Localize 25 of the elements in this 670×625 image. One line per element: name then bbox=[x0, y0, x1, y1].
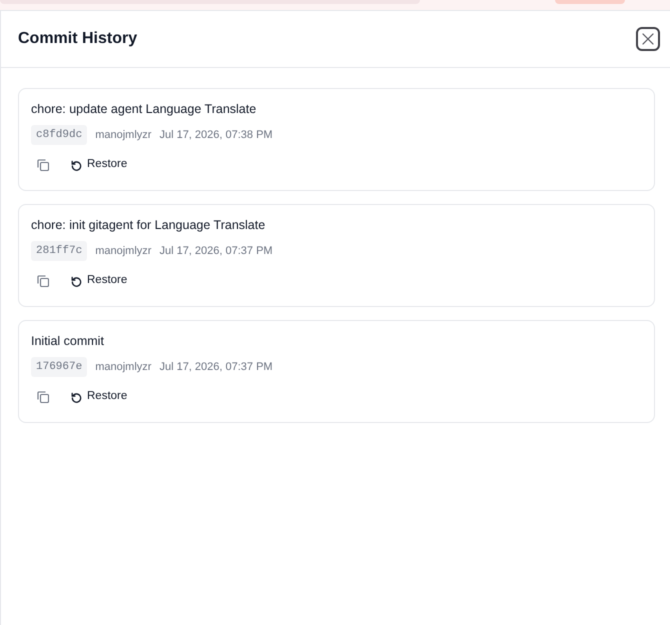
commit-date: Jul 17, 2026, 07:37 PM bbox=[159, 244, 273, 259]
close-button[interactable] bbox=[636, 27, 660, 51]
restore-icon bbox=[71, 392, 82, 402]
restore-icon bbox=[71, 160, 82, 170]
restore-button[interactable]: Restore bbox=[65, 271, 134, 291]
commit-date: Jul 17, 2026, 07:37 PM bbox=[159, 360, 273, 375]
copy-icon[interactable] bbox=[37, 159, 49, 171]
restore-icon bbox=[71, 276, 82, 286]
copy-icon[interactable] bbox=[37, 275, 49, 287]
restore-button[interactable]: Restore bbox=[65, 387, 134, 407]
commit-date: Jul 17, 2026, 07:38 PM bbox=[159, 128, 273, 143]
commit-hash: c8fd9dc bbox=[31, 125, 88, 145]
copy-icon[interactable] bbox=[37, 391, 49, 403]
commit-author: manojmlyzr bbox=[95, 244, 152, 259]
commit-author: manojmlyzr bbox=[95, 128, 152, 143]
commit-message: chore: update agent Language Translate bbox=[31, 101, 256, 117]
commit-message: chore: init gitagent for Language Translate bbox=[31, 217, 266, 233]
panel-title: Commit History bbox=[18, 29, 138, 49]
commit-author: manojmlyzr bbox=[95, 360, 152, 375]
blurred-button-shape bbox=[555, 0, 625, 4]
commit-hash: 176967e bbox=[31, 357, 88, 377]
commit-hash: 281ff7c bbox=[31, 241, 88, 261]
restore-button[interactable]: Restore bbox=[65, 155, 134, 175]
close-icon bbox=[642, 33, 654, 45]
commit-message: Initial commit bbox=[31, 333, 104, 349]
